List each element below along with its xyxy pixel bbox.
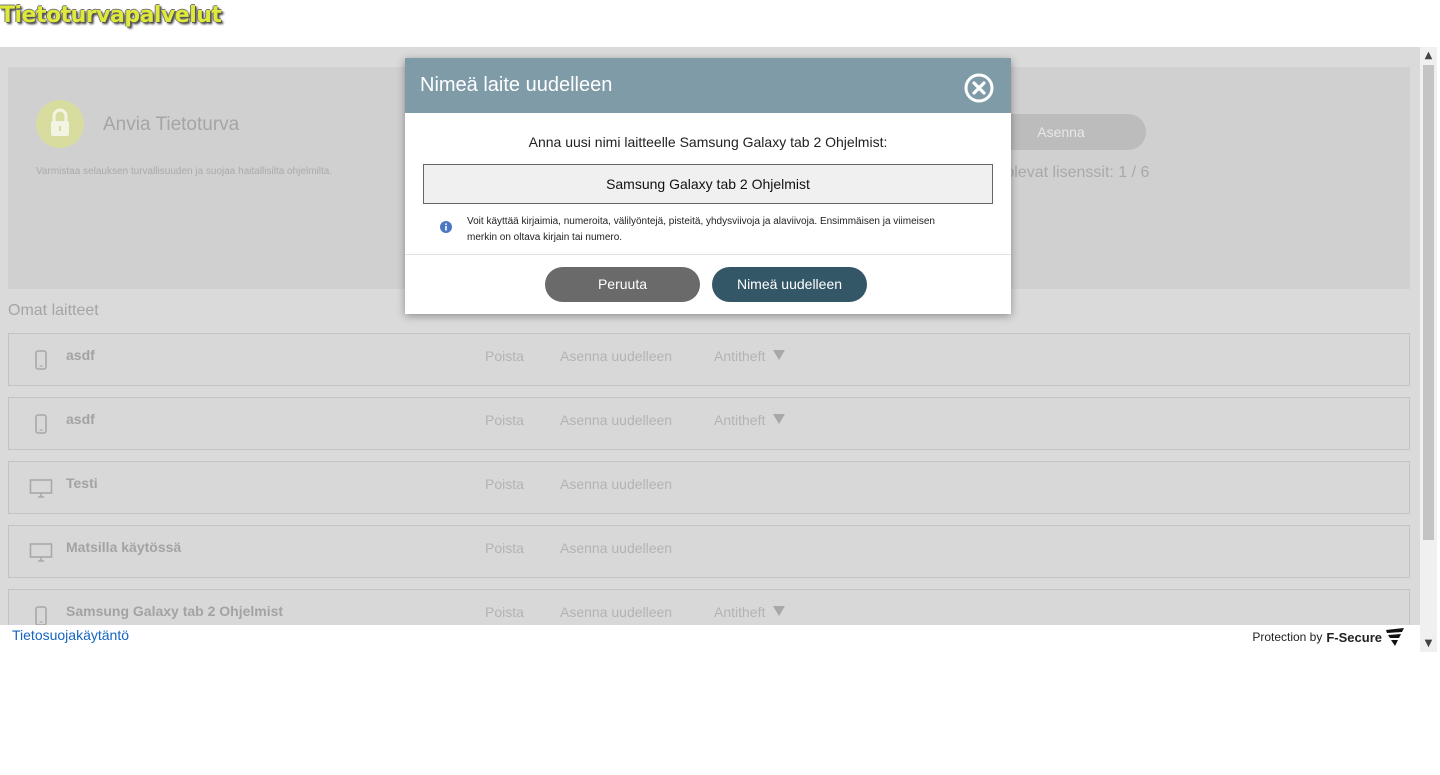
- monitor-icon: [29, 540, 53, 564]
- device-name: Samsung Galaxy tab 2 Ohjelmist: [66, 603, 284, 619]
- reinstall-device-link[interactable]: Asenna uudelleen: [560, 540, 672, 556]
- naming-rules-hint: Voit käyttää kirjaimia, numeroita, välil…: [467, 216, 935, 243]
- lock-icon: [36, 100, 84, 148]
- chevron-down-icon: [773, 606, 786, 616]
- close-icon[interactable]: [963, 72, 995, 104]
- chevron-down-icon: [773, 350, 786, 360]
- protection-badge: Protection by F-Secure: [1252, 627, 1406, 647]
- device-row: Samsung Galaxy tab 2 Ohjelmist Poista Asen…: [8, 589, 1410, 625]
- device-row: Matsilla käytössä Poista Asenna uudelleen: [8, 525, 1410, 578]
- antitheft-label: Antitheft: [714, 348, 766, 364]
- device-name-input[interactable]: [423, 164, 993, 204]
- phone-icon: [29, 604, 53, 625]
- monitor-icon: [29, 476, 53, 500]
- remove-device-link[interactable]: Poista: [485, 412, 524, 428]
- device-name: asdf: [66, 411, 95, 427]
- antitheft-dropdown[interactable]: Antitheft: [714, 348, 786, 364]
- product-name: Anvia Tietoturva: [103, 114, 240, 135]
- dialog-title: Nimeä laite uudelleen: [420, 74, 613, 96]
- remove-device-link[interactable]: Poista: [485, 604, 524, 620]
- rename-device-dialog: Nimeä laite uudelleen Anna uusi nimi lai…: [405, 58, 1011, 314]
- remove-device-link[interactable]: Poista: [485, 540, 524, 556]
- cancel-button[interactable]: Peruuta: [545, 267, 700, 302]
- protection-by-label: Protection by: [1252, 630, 1323, 644]
- footer: Tietosuojakäytäntö Protection by F-Secur…: [0, 625, 1420, 652]
- device-row: Testi Poista Asenna uudelleen: [8, 461, 1410, 514]
- f-secure-logo-icon: [1386, 628, 1404, 646]
- product-description: Varmistaa selauksen turvallisuuden ja su…: [36, 166, 333, 177]
- brand-name: F-Secure: [1326, 629, 1382, 645]
- dialog-prompt: Anna uusi nimi laitteelle Samsung Galaxy…: [528, 134, 888, 150]
- license-count: ssä olevat lisenssit: 1 / 6: [976, 164, 1150, 181]
- phone-icon: [29, 412, 53, 436]
- device-row: asdf Poista Asenna uudelleen Antitheft: [8, 333, 1410, 386]
- antitheft-label: Antitheft: [714, 604, 766, 620]
- reinstall-device-link[interactable]: Asenna uudelleen: [560, 412, 672, 428]
- antitheft-dropdown[interactable]: Antitheft: [714, 604, 786, 620]
- chevron-down-icon: [773, 414, 786, 424]
- device-name: asdf: [66, 347, 95, 363]
- device-row: asdf Poista Asenna uudelleen Antitheft: [8, 397, 1410, 450]
- scroll-up-icon[interactable]: ▲: [1420, 47, 1437, 64]
- privacy-policy-link[interactable]: Tietosuojakäytäntö: [12, 627, 129, 643]
- site-title: Tietoturvapalvelut: [0, 3, 222, 28]
- phone-icon: [29, 348, 53, 372]
- remove-device-link[interactable]: Poista: [485, 348, 524, 364]
- antitheft-label: Antitheft: [714, 412, 766, 428]
- reinstall-device-link[interactable]: Asenna uudelleen: [560, 348, 672, 364]
- remove-device-link[interactable]: Poista: [485, 476, 524, 492]
- dialog-header: Nimeä laite uudelleen: [405, 58, 1011, 113]
- reinstall-device-link[interactable]: Asenna uudelleen: [560, 604, 672, 620]
- scroll-thumb[interactable]: [1423, 65, 1434, 540]
- antitheft-dropdown[interactable]: Antitheft: [714, 412, 786, 428]
- reinstall-device-link[interactable]: Asenna uudelleen: [560, 476, 672, 492]
- rename-button[interactable]: Nimeä uudelleen: [712, 267, 867, 302]
- device-list: asdf Poista Asenna uudelleen Antitheft asdf P…: [8, 333, 1410, 625]
- info-icon: [440, 220, 452, 233]
- scroll-down-icon[interactable]: ▼: [1420, 635, 1437, 652]
- my-devices-heading: Omat laitteet: [8, 302, 99, 319]
- device-name: Matsilla käytössä: [66, 539, 182, 555]
- device-name: Testi: [66, 475, 98, 491]
- scrollbar[interactable]: ▲ ▼: [1420, 47, 1437, 652]
- dialog-divider: [405, 254, 1011, 255]
